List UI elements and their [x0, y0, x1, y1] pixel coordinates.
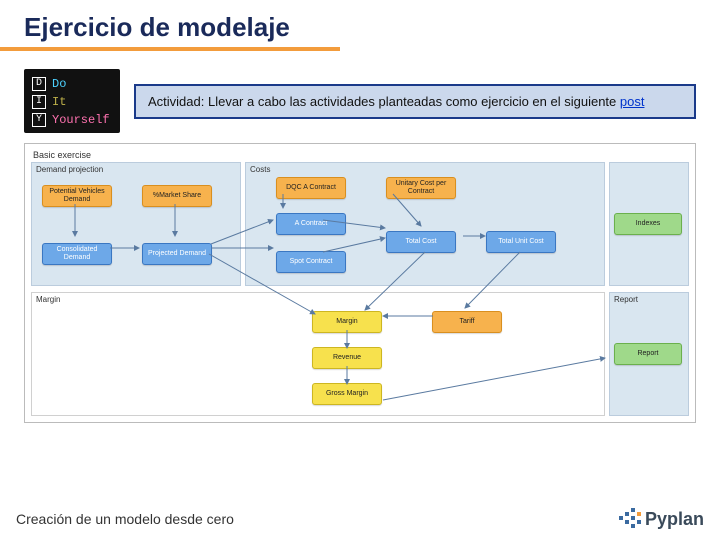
panel-margin: Margin Margin Tariff Revenue Gross Margi… — [31, 292, 605, 416]
node-total-unit-cost: Total Unit Cost — [486, 231, 556, 253]
page-title: Ejercicio de modelaje — [0, 0, 340, 51]
logo-icon — [617, 508, 639, 530]
brand-logo: Pyplan — [617, 508, 704, 530]
node-projected-demand: Projected Demand — [142, 243, 212, 265]
footer: Creación de un modelo desde cero Pyplan — [16, 508, 704, 530]
diagram-section-title: Basic exercise — [33, 150, 689, 160]
panel-report: Report Report — [609, 292, 689, 416]
node-spot-contract: Spot Contract — [276, 251, 346, 273]
node-total-cost: Total Cost — [386, 231, 456, 253]
activity-box: Actividad: Llevar a cabo las actividades… — [134, 84, 696, 119]
panel-costs: Costs DQC A Contract A Contract Spot Con… — [245, 162, 605, 286]
footer-text: Creación de un modelo desde cero — [16, 511, 234, 527]
node-dqc: DQC A Contract — [276, 177, 346, 199]
panel-costs-label: Costs — [250, 165, 600, 174]
panel-report-label: Report — [614, 295, 684, 304]
node-consolidated-demand: Consolidated Demand — [42, 243, 112, 265]
node-gross-margin: Gross Margin — [312, 383, 382, 405]
activity-text: Actividad: Llevar a cabo las actividades… — [148, 94, 620, 109]
activity-row: DDo IIt YYourself Actividad: Llevar a ca… — [24, 69, 696, 133]
node-unit-cost-contract: Unitary Cost per Contract — [386, 177, 456, 199]
diy-it: It — [52, 93, 66, 111]
panel-indexes: Indexes — [609, 162, 689, 286]
activity-link[interactable]: post — [620, 94, 645, 109]
diy-do: Do — [52, 75, 66, 93]
brand-name: Pyplan — [645, 509, 704, 530]
diy-yourself: Yourself — [52, 111, 110, 129]
panel-demand-label: Demand projection — [36, 165, 236, 174]
node-indexes: Indexes — [614, 213, 682, 235]
node-margin: Margin — [312, 311, 382, 333]
node-market-share: %Market Share — [142, 185, 212, 207]
node-tariff: Tariff — [432, 311, 502, 333]
panel-margin-label: Margin — [36, 295, 600, 304]
diagram: Basic exercise Demand projection Potenti… — [24, 143, 696, 423]
diy-badge: DDo IIt YYourself — [24, 69, 120, 133]
panel-demand: Demand projection Potential Vehicles Dem… — [31, 162, 241, 286]
node-a-contract: A Contract — [276, 213, 346, 235]
node-potential-demand: Potential Vehicles Demand — [42, 185, 112, 207]
node-revenue: Revenue — [312, 347, 382, 369]
node-report: Report — [614, 343, 682, 365]
